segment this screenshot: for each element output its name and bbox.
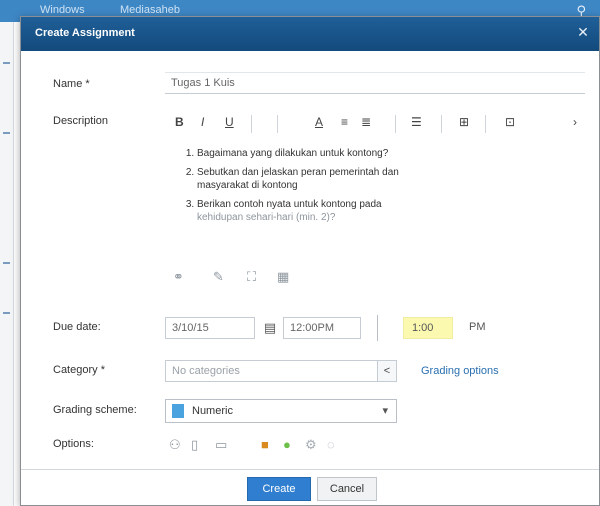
visibility-icon[interactable]: ◌ xyxy=(327,437,335,452)
dialog-titlebar: Create Assignment ✕ xyxy=(21,17,599,51)
toolbar-separator xyxy=(485,115,486,133)
indent-button[interactable]: ☰ xyxy=(411,115,422,129)
description-label: Description xyxy=(53,115,109,127)
rail-mark xyxy=(3,312,10,314)
description-list: Bagaimana yang dilakukan untuk kontong? … xyxy=(165,147,565,224)
grading-options-link[interactable]: Grading options xyxy=(421,365,499,377)
rail-mark xyxy=(3,132,10,134)
rubric-icon[interactable]: ▯ xyxy=(191,437,198,453)
name-input[interactable]: Tugas 1 Kuis xyxy=(165,72,585,94)
dialog-title: Create Assignment xyxy=(35,27,135,39)
list-item: Sebutkan dan jelaskan peran pemerintah d… xyxy=(197,166,565,192)
bold-button[interactable]: B xyxy=(175,115,184,129)
badge-icon[interactable]: ■ xyxy=(261,437,269,452)
font-color-button[interactable]: A xyxy=(315,115,323,129)
grading-scheme-label: Grading scheme: xyxy=(53,404,137,416)
footer-divider xyxy=(21,469,599,470)
category-select[interactable]: No categories xyxy=(165,360,379,382)
list-item: Bagaimana yang dilakukan untuk kontong? xyxy=(197,147,565,160)
due-date-input[interactable]: 3/10/15 xyxy=(165,317,255,339)
description-editor[interactable]: B I U A ≡ ≣ ☰ ⊞ ⊡ › Bagaimana yang dilak… xyxy=(165,111,585,297)
insert-table-button[interactable]: ⊞ xyxy=(459,115,469,129)
close-icon[interactable]: ✕ xyxy=(575,24,591,40)
toolbar-separator xyxy=(277,115,278,133)
image-icon[interactable]: ⛶ xyxy=(247,269,256,285)
users-icon[interactable]: ⚇ xyxy=(169,437,181,453)
hour-input[interactable]: 1:00 xyxy=(403,317,453,339)
chevron-down-icon: ▾ xyxy=(382,405,388,417)
source-button[interactable]: ⊡ xyxy=(505,115,515,129)
create-button[interactable]: Create xyxy=(247,477,311,501)
field-separator xyxy=(377,315,378,341)
calendar-icon[interactable]: ▤ xyxy=(261,317,279,339)
grading-scheme-select[interactable]: Numeric ▾ xyxy=(165,399,397,423)
italic-button[interactable]: I xyxy=(201,115,204,129)
app-tab-1[interactable]: Windows xyxy=(40,4,85,16)
due-time-input[interactable]: 12:00PM xyxy=(283,317,361,339)
align-button[interactable]: ≡ xyxy=(341,115,348,129)
name-label: Name * xyxy=(53,78,90,90)
app-tab-2[interactable]: Mediasaheb xyxy=(120,4,180,16)
editor-toolbar: B I U A ≡ ≣ ☰ ⊞ ⊡ › xyxy=(165,111,585,139)
grading-scheme-value: Numeric xyxy=(192,405,233,417)
cancel-button[interactable]: Cancel xyxy=(317,477,377,501)
status-icon[interactable]: ● xyxy=(283,437,291,452)
ampm-select[interactable]: PM xyxy=(469,321,486,333)
toolbar-separator xyxy=(441,115,442,133)
rail-mark xyxy=(3,62,10,64)
options-bar: ⚇ ▯ ▭ ■ ● ⚙ ◌ xyxy=(165,433,405,459)
category-label: Category * xyxy=(53,364,105,376)
attach-bar: ⚭ ✎ ⛶ ▦ xyxy=(165,267,325,291)
toolbar-separator xyxy=(395,115,396,133)
edit-icon[interactable]: ✎ xyxy=(213,269,224,285)
category-toggle-button[interactable]: < xyxy=(377,360,397,382)
toolbar-separator xyxy=(251,115,252,133)
rail-mark xyxy=(3,262,10,264)
document-icon[interactable]: ▭ xyxy=(215,437,227,453)
settings-icon[interactable]: ⚙ xyxy=(305,437,317,453)
app-left-rail xyxy=(0,22,14,506)
link-icon[interactable]: ⚭ xyxy=(173,269,184,285)
underline-button[interactable]: U xyxy=(225,115,234,129)
table-icon[interactable]: ▦ xyxy=(277,269,289,285)
editor-body[interactable]: Bagaimana yang dilakukan untuk kontong? … xyxy=(165,147,565,257)
due-date-label: Due date: xyxy=(53,321,101,333)
list-item: Berikan contoh nyata untuk kontong padak… xyxy=(197,198,565,224)
create-assignment-dialog: Create Assignment ✕ Name * Tugas 1 Kuis … xyxy=(20,16,600,506)
list-button[interactable]: ≣ xyxy=(361,115,371,129)
scheme-icon xyxy=(172,404,184,418)
more-button[interactable]: › xyxy=(573,115,577,129)
options-label: Options: xyxy=(53,438,94,450)
